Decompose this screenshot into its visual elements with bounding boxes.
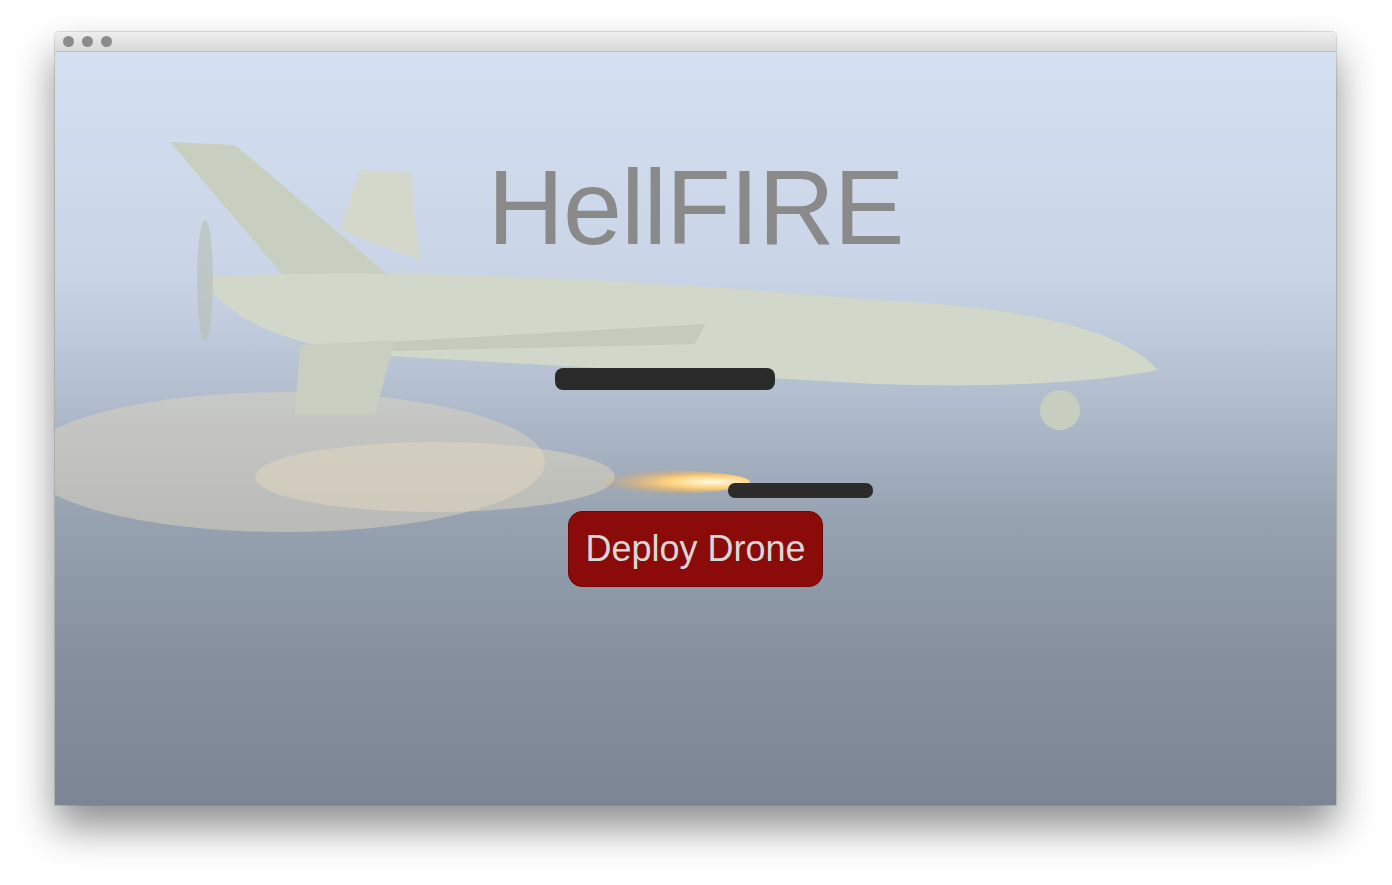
zoom-button[interactable] — [101, 36, 112, 47]
deploy-button[interactable]: Deploy Drone — [568, 511, 822, 587]
drone-propeller — [197, 220, 213, 340]
app-window: HellFIRE Deploy Drone — [55, 32, 1336, 805]
drone-missile-rack — [555, 368, 775, 390]
drone-sensor — [1040, 390, 1080, 430]
page: HellFIRE Deploy Drone — [0, 0, 1392, 885]
hero: HellFIRE Deploy Drone — [55, 52, 1336, 805]
drone-tail-fin — [340, 170, 420, 260]
app-title: HellFIRE — [487, 144, 903, 271]
missile-flame — [560, 470, 750, 494]
drone-tail-fin — [295, 340, 395, 415]
missile — [728, 483, 873, 498]
drone-wing — [355, 324, 705, 352]
smoke-trail — [255, 442, 615, 512]
close-button[interactable] — [63, 36, 74, 47]
title-bar — [55, 32, 1336, 52]
minimize-button[interactable] — [82, 36, 93, 47]
